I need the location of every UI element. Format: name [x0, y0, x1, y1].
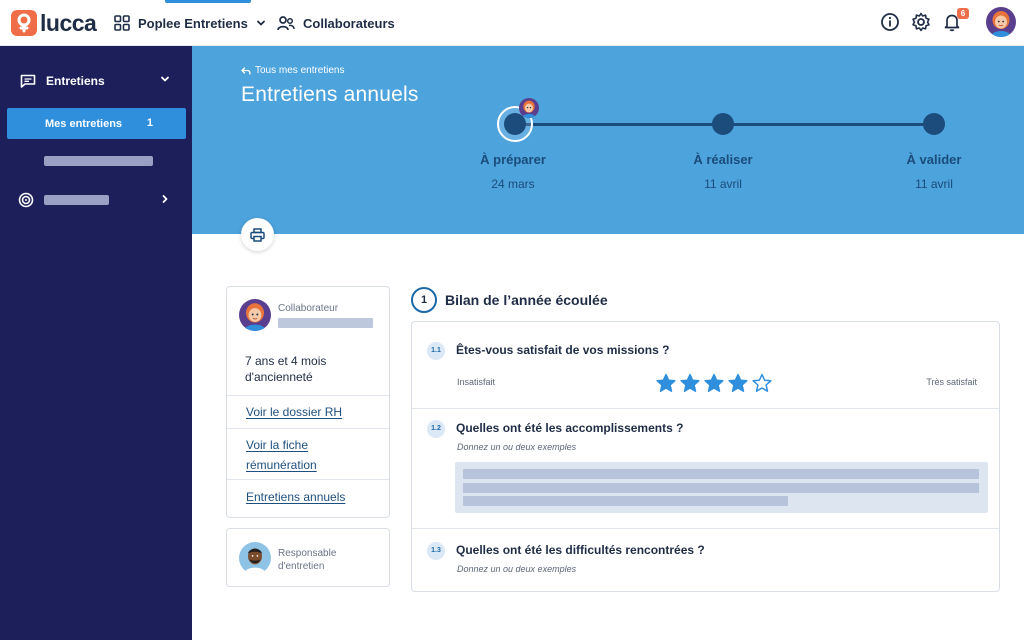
page-title: Entretiens annuels	[241, 83, 419, 106]
answer-text-placeholder	[463, 496, 788, 506]
info-icon	[881, 13, 899, 31]
sidebar-section-objectifs[interactable]	[18, 189, 192, 211]
step-label: À valider	[906, 152, 962, 167]
lucca-logo-icon	[11, 10, 37, 36]
user-avatar[interactable]	[986, 7, 1016, 37]
question-text: Êtes-vous satisfait de vos missions ?	[456, 343, 670, 357]
link-entretiens-annuels[interactable]: Entretiens annuels	[227, 479, 389, 517]
sidebar-item-placeholder[interactable]	[44, 156, 153, 166]
scale-max-label: Très satisfait	[926, 377, 977, 387]
step-label: À préparer	[480, 152, 546, 167]
star-filled-icon[interactable]	[680, 373, 700, 393]
star-filled-icon[interactable]	[704, 373, 724, 393]
questions-card: 1.1 Êtes-vous satisfait de vos missions …	[411, 321, 1000, 592]
question-number: 1.3	[427, 542, 445, 560]
sidebar-item-label: Mes entretiens	[45, 117, 123, 130]
info-button[interactable]	[880, 12, 902, 34]
print-button[interactable]	[241, 218, 274, 251]
divider	[412, 528, 999, 529]
collaborator-role: Collaborateur	[278, 303, 339, 314]
step-label: À réaliser	[693, 152, 753, 167]
manager-role: Responsable d'entretien	[278, 548, 337, 572]
gear-icon	[912, 12, 930, 32]
answer-textarea[interactable]	[455, 462, 988, 513]
answer-text-placeholder	[463, 483, 979, 493]
users-icon	[277, 16, 295, 31]
apps-grid-icon	[114, 15, 130, 31]
link-label: Voir le dossier RH	[246, 405, 343, 419]
step-avatar	[519, 98, 539, 118]
question-hint: Donnez un ou deux exemples	[457, 442, 577, 452]
collaborator-avatar	[239, 299, 271, 331]
sidebar-item-placeholder	[44, 195, 109, 205]
question-number: 1.1	[427, 342, 445, 360]
tenure-text: 7 ans et 4 mois d'ancienneté	[245, 354, 327, 384]
app-name: Poplee Entretiens	[138, 15, 248, 31]
app-switcher[interactable]: Poplee Entretiens	[114, 13, 266, 33]
settings-button[interactable]	[911, 12, 933, 34]
chevron-down-icon	[161, 76, 169, 82]
printer-icon	[250, 227, 265, 242]
sidebar: Entretiens Mes entretiens 1	[0, 46, 192, 640]
step-date: 11 avril	[915, 177, 953, 191]
link-label: Voir la fiche rémunération	[246, 438, 317, 472]
section-title: Bilan de l’année écoulée	[445, 292, 608, 308]
link-label: Entretiens annuels	[246, 490, 346, 504]
sidebar-section-label: Entretiens	[46, 74, 105, 88]
step-dot-valider[interactable]	[923, 113, 945, 135]
notification-badge: 6	[957, 8, 969, 19]
section-number: 1	[411, 287, 437, 313]
interview-header: Tous mes entretiens Entretiens annuels À…	[192, 46, 1024, 234]
step-date: 24 mars	[491, 177, 535, 191]
step-dot-realiser[interactable]	[712, 113, 734, 135]
back-link-label: Tous mes entretiens	[255, 65, 345, 76]
sidebar-item-mes-entretiens[interactable]: Mes entretiens 1	[7, 108, 186, 139]
manager-card: Responsable d'entretien	[226, 528, 390, 587]
sidebar-item-count: 1	[146, 117, 153, 129]
star-filled-icon[interactable]	[656, 373, 676, 393]
notifications-button[interactable]: 6	[942, 8, 969, 34]
link-fiche-remuneration[interactable]: Voir la fiche rémunération	[227, 428, 389, 480]
chevron-right-icon	[162, 195, 168, 203]
star-empty-icon[interactable]	[752, 373, 772, 393]
back-arrow-icon	[241, 66, 251, 75]
divider	[412, 408, 999, 409]
collaborateurs-label: Collaborateurs	[303, 15, 395, 31]
sidebar-section-entretiens[interactable]: Entretiens	[0, 68, 192, 94]
chevron-down-icon	[256, 20, 265, 26]
lucca-logo[interactable]: lucca	[11, 9, 97, 37]
back-link[interactable]: Tous mes entretiens	[241, 65, 345, 76]
active-app-indicator	[165, 0, 251, 3]
question-text: Quelles ont été les accomplissements ?	[456, 421, 684, 435]
collaborator-name-placeholder	[278, 318, 373, 328]
logo-text: lucca	[40, 9, 97, 36]
scale-min-label: Insatisfait	[457, 377, 496, 387]
step-date: 11 avril	[704, 177, 742, 191]
star-filled-icon[interactable]	[728, 373, 748, 393]
question-hint: Donnez un ou deux exemples	[457, 564, 577, 574]
top-bar: lucca Poplee Entretiens Collaborateurs 6	[0, 0, 1024, 46]
question-text: Quelles ont été les difficultés rencontr…	[456, 543, 705, 557]
question-number: 1.2	[427, 420, 445, 438]
collaborator-card: Collaborateur 7 ans et 4 mois d'ancienne…	[226, 286, 390, 518]
link-dossier-rh[interactable]: Voir le dossier RH	[227, 395, 389, 429]
chat-icon	[20, 74, 36, 88]
star-rating[interactable]	[656, 373, 776, 393]
manager-avatar	[239, 542, 271, 574]
answer-text-placeholder	[463, 469, 979, 479]
collaborateurs-link[interactable]: Collaborateurs	[277, 13, 395, 33]
target-icon	[18, 192, 34, 208]
